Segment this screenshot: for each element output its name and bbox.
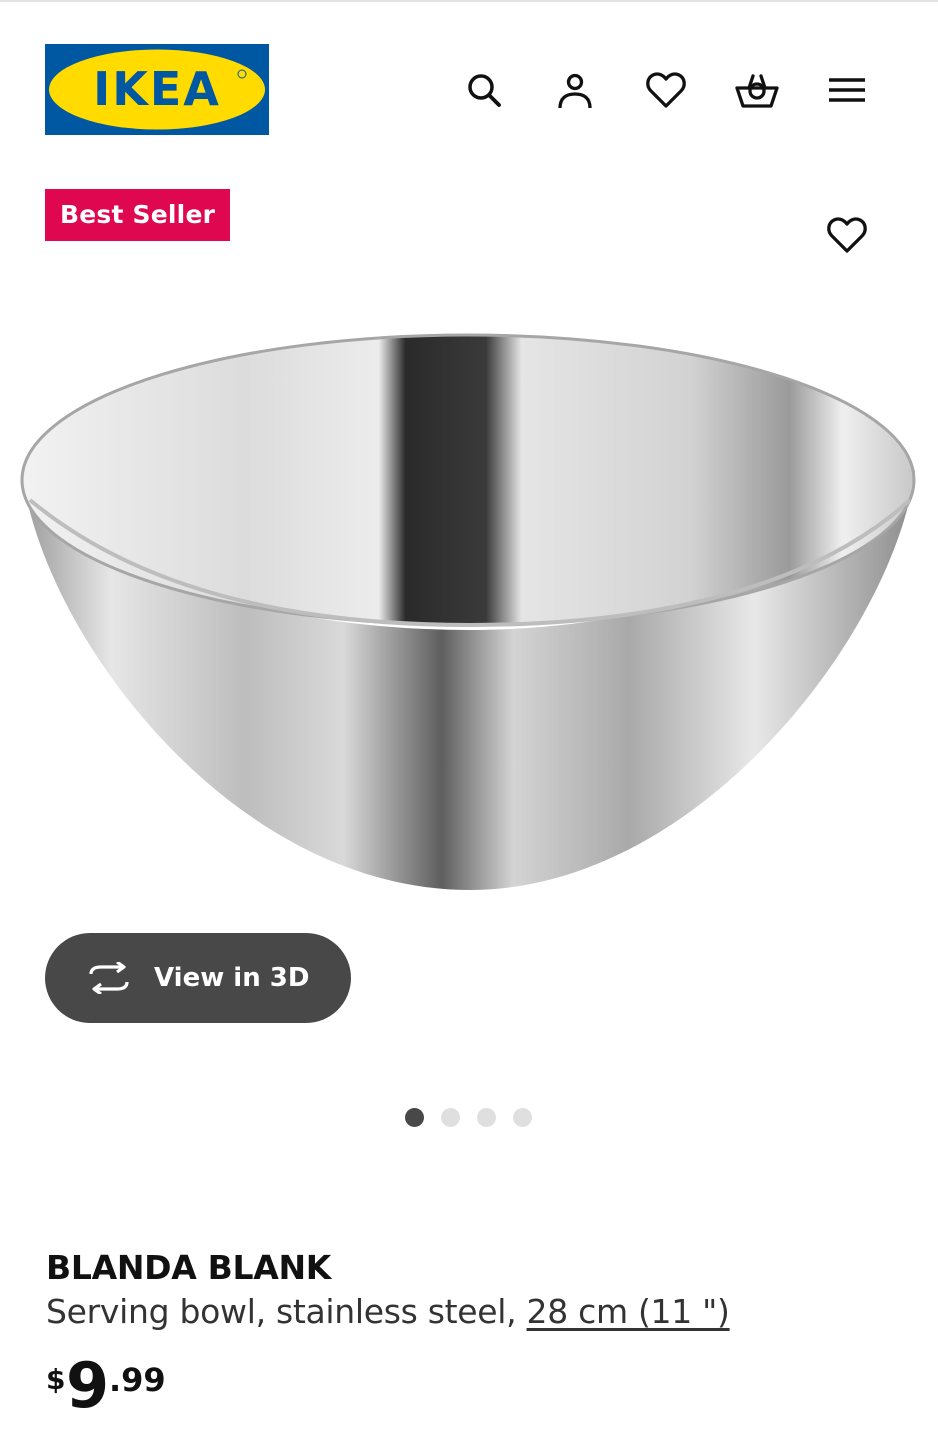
rotate-3d-icon [89,962,129,994]
price-currency: $ [46,1363,66,1396]
favorites-icon [646,72,686,108]
account-icon [558,73,592,109]
pagination-dot[interactable] [513,1108,532,1127]
add-to-favorites-button[interactable] [822,210,872,260]
cart-button[interactable] [733,66,781,114]
menu-icon [829,78,865,102]
account-button[interactable] [551,66,599,114]
search-button[interactable] [460,66,508,114]
best-seller-badge: Best Seller [45,189,231,241]
pagination-dot[interactable] [477,1108,496,1127]
product-description-text: Serving bowl, stainless steel, [46,1292,527,1331]
cart-icon [735,74,779,108]
favorites-button[interactable] [642,66,690,114]
price-decimal: .99 [109,1361,166,1399]
top-divider [0,0,938,2]
ikea-logo[interactable]: IKEA [45,44,269,135]
pagination-dot[interactable] [441,1108,460,1127]
product-name: BLANDA BLANK [46,1248,332,1287]
ikea-logo-text: IKEA [93,62,221,116]
search-icon [468,74,501,107]
price-integer: 9 [66,1349,109,1422]
pagination-dot[interactable] [405,1108,424,1127]
ikea-logo-graphic: IKEA [45,44,269,135]
product-image[interactable] [0,300,938,920]
view-in-3d-button[interactable]: View in 3D [45,933,351,1023]
menu-button[interactable] [823,66,871,114]
product-size-link[interactable]: 28 cm (11 ") [527,1292,730,1331]
product-description: Serving bowl, stainless steel, 28 cm (11… [46,1292,730,1331]
heart-icon [827,217,867,253]
view-in-3d-label: View in 3D [154,963,310,993]
